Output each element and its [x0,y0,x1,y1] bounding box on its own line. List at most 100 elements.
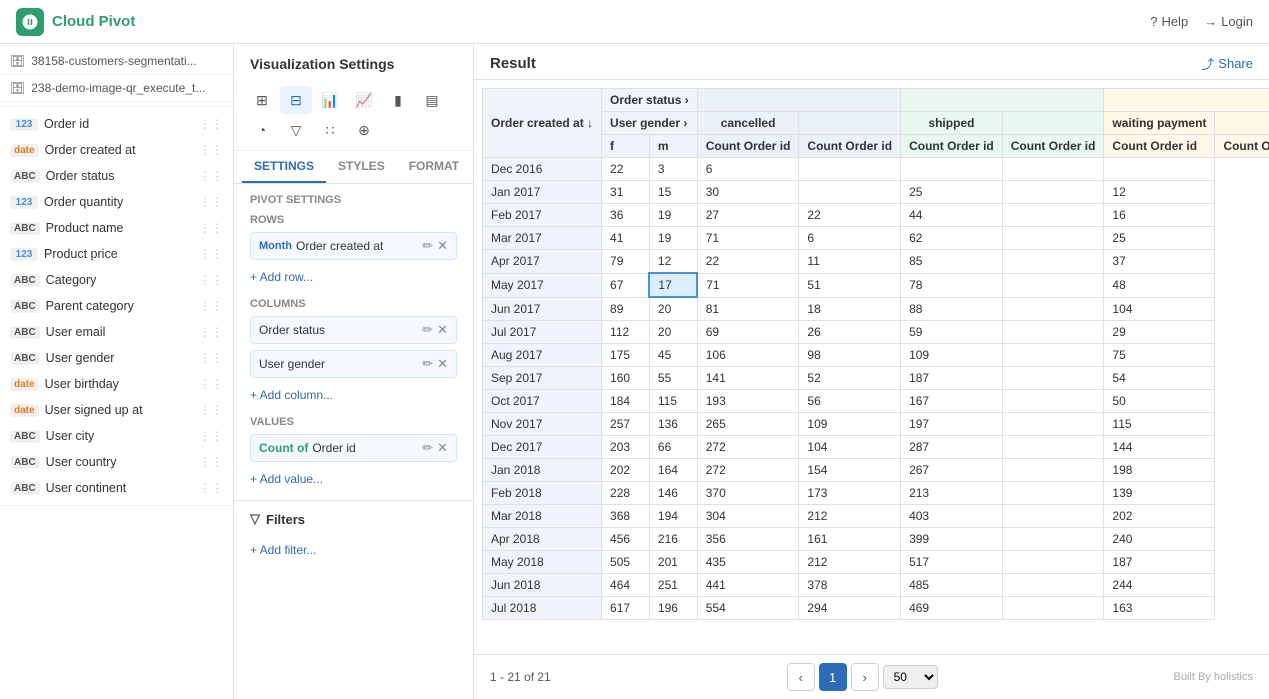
th-cancelled-label: cancelled [697,112,799,135]
add-value-btn[interactable]: + Add value... [250,468,457,490]
value-pill[interactable]: Count of Order id ✏ ✕ [250,434,457,462]
drag-handle-11[interactable]: ⋮⋮ [199,403,223,417]
share-button[interactable]: ⤴ Share [1201,54,1253,73]
page-next-btn[interactable]: › [851,663,879,691]
cell-7-4: 59 [901,321,1003,344]
cell-19-6: 163 [1104,597,1215,620]
th-waiting-spacer [1215,112,1269,135]
th-cancelled-count-m: Count Order id [799,135,901,158]
drag-handle-9[interactable]: ⋮⋮ [199,351,223,365]
cell-15-1: 194 [649,505,697,528]
table-row: Apr 2017791222118537 [483,250,1269,274]
add-column-btn[interactable]: + Add column... [250,384,457,406]
drag-handle-14[interactable]: ⋮⋮ [199,481,223,495]
drag-handle-5[interactable]: ⋮⋮ [199,247,223,261]
add-row-btn[interactable]: + Add row... [250,266,457,288]
pivot-icon-btn[interactable]: ⊟ [280,86,312,114]
pie-chart-icon-btn[interactable]: ◔ [246,116,278,144]
drag-handle-12[interactable]: ⋮⋮ [199,429,223,443]
field-label-8: User email [46,325,106,339]
map-icon-btn[interactable]: ⊕ [348,116,380,144]
scatter-icon-btn[interactable]: ∷ [314,116,346,144]
col-pill-1[interactable]: Order status ✏ ✕ [250,316,457,344]
sidebar-field-9[interactable]: ABC User gender ⋮⋮ [0,345,233,371]
tab-settings[interactable]: SETTINGS [242,151,326,183]
line-chart-icon-btn[interactable]: 📈 [348,86,380,114]
table-row: May 2017671771517848 [483,273,1269,297]
cell-17-5 [1002,551,1104,574]
cell-19-5 [1002,597,1104,620]
row-pill[interactable]: Month Order created at ✏ ✕ [250,232,457,260]
sidebar: 🗄 38158-customers-segmentati... 🗄 238-de… [0,44,234,699]
col-pill-1-delete[interactable]: ✕ [437,322,448,338]
sidebar-field-13[interactable]: ABC User country ⋮⋮ [0,449,233,475]
cell-0-2: 6 [697,158,799,181]
login-link[interactable]: → Login [1204,14,1253,29]
cell-5-5 [1002,273,1104,297]
bar-chart-icon-btn[interactable]: 📊 [314,86,346,114]
drag-handle-3[interactable]: ⋮⋮ [199,195,223,209]
area-chart-icon-btn[interactable]: ▤ [416,86,448,114]
sidebar-field-12[interactable]: ABC User city ⋮⋮ [0,423,233,449]
sidebar-field-7[interactable]: ABC Parent category ⋮⋮ [0,293,233,319]
help-link[interactable]: ? Help [1150,14,1188,29]
col-pill-2-delete[interactable]: ✕ [437,356,448,372]
value-pill-edit[interactable]: ✏ [422,440,433,456]
drag-handle-4[interactable]: ⋮⋮ [199,221,223,235]
field-badge-2: ABC [10,170,40,183]
cell-1-6: 12 [1104,181,1215,204]
field-label-11: User signed up at [45,403,143,417]
field-badge-14: ABC [10,482,40,495]
cell-date-11: Nov 2017 [483,413,602,436]
datasource-item-2[interactable]: 🗄 238-demo-image-qr_execute_t... [0,75,233,102]
sidebar-field-3[interactable]: 123 Order quantity ⋮⋮ [0,189,233,215]
tab-format[interactable]: FORMAT [397,151,471,183]
add-filter-btn[interactable]: + Add filter... [250,539,457,561]
pivot-settings-section: Pivot Settings Rows Month Order created … [234,184,473,500]
cell-16-6: 240 [1104,528,1215,551]
cell-10-6: 50 [1104,390,1215,413]
sidebar-field-5[interactable]: 123 Product price ⋮⋮ [0,241,233,267]
column-chart-icon-btn[interactable]: ▮ [382,86,414,114]
cell-13-6: 198 [1104,459,1215,482]
drag-handle-2[interactable]: ⋮⋮ [199,169,223,183]
col-pill-2-edit[interactable]: ✏ [422,356,433,372]
page-prev-btn[interactable]: ‹ [787,663,815,691]
per-page-select[interactable]: 10 25 50 100 [883,665,938,689]
drag-handle-8[interactable]: ⋮⋮ [199,325,223,339]
sidebar-field-4[interactable]: ABC Product name ⋮⋮ [0,215,233,241]
drag-handle-6[interactable]: ⋮⋮ [199,273,223,287]
cell-1-2: 30 [697,181,799,204]
datasource-item-1[interactable]: 🗄 38158-customers-segmentati... [0,48,233,75]
table-icon-btn[interactable]: ⊞ [246,86,278,114]
cell-18-2: 441 [697,574,799,597]
drag-handle-10[interactable]: ⋮⋮ [199,377,223,391]
th-shipped-label: shipped [901,112,1003,135]
sidebar-field-2[interactable]: ABC Order status ⋮⋮ [0,163,233,189]
table-row: Feb 2017361927224416 [483,204,1269,227]
sidebar-field-11[interactable]: date User signed up at ⋮⋮ [0,397,233,423]
tab-styles[interactable]: STYLES [326,151,397,183]
col-pill-2[interactable]: User gender ✏ ✕ [250,350,457,378]
row-pill-delete[interactable]: ✕ [437,238,448,254]
cell-2-1: 19 [649,204,697,227]
drag-handle-7[interactable]: ⋮⋮ [199,299,223,313]
drag-handle-1[interactable]: ⋮⋮ [199,143,223,157]
page-1-btn[interactable]: 1 [819,663,847,691]
sidebar-field-10[interactable]: date User birthday ⋮⋮ [0,371,233,397]
sidebar-field-1[interactable]: date Order created at ⋮⋮ [0,137,233,163]
cell-date-15: Mar 2018 [483,505,602,528]
filters-label: Filters [266,512,305,527]
sidebar-field-0[interactable]: 123 Order id ⋮⋮ [0,111,233,137]
drag-handle-13[interactable]: ⋮⋮ [199,455,223,469]
sidebar-field-8[interactable]: ABC User email ⋮⋮ [0,319,233,345]
sidebar-field-14[interactable]: ABC User continent ⋮⋮ [0,475,233,501]
value-pill-delete[interactable]: ✕ [437,440,448,456]
row-pill-edit[interactable]: ✏ [422,238,433,254]
col-pill-1-edit[interactable]: ✏ [422,322,433,338]
cell-5-6: 48 [1104,273,1215,297]
funnel-icon-btn[interactable]: ▽ [280,116,312,144]
sidebar-field-6[interactable]: ABC Category ⋮⋮ [0,267,233,293]
drag-handle-0[interactable]: ⋮⋮ [199,117,223,131]
filters-header: ▽ Filters [234,500,473,533]
